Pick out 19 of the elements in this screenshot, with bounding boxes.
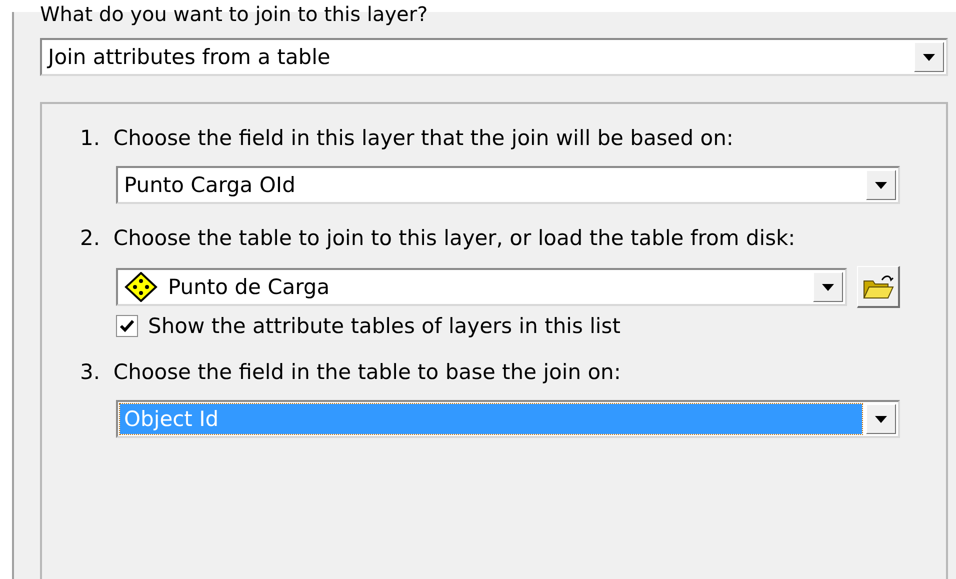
caret-icon — [875, 416, 887, 422]
step-label: 1. Choose the field in this layer that the join will be based on: — [80, 126, 734, 150]
caret-icon — [875, 182, 887, 188]
checkbox[interactable] — [116, 315, 138, 337]
dropdown[interactable]: Punto de Carga — [116, 268, 847, 306]
question-label: What do you want to join to this layer? — [40, 4, 428, 24]
dropdown-value: Punto Carga OId — [124, 173, 296, 197]
dropdown-value: Punto de Carga — [168, 275, 330, 299]
dropdown-value: Object Id — [124, 407, 219, 431]
caret-icon — [822, 284, 834, 290]
step-label: 2. Choose the table to join to this layer, or load the table from disk: — [80, 226, 796, 250]
open-folder-button[interactable] — [856, 266, 900, 308]
dropdown[interactable]: Punto Carga OId — [116, 166, 900, 204]
checkbox-label: Show the attribute tables of layers in this list — [148, 314, 620, 338]
caret-icon — [923, 54, 935, 60]
step-label: 3. Choose the field in the table to base the join on: — [80, 360, 622, 384]
dropdown-value: Join attributes from a table — [48, 45, 330, 69]
folder-icon — [862, 272, 894, 300]
dropdown[interactable]: Join attributes from a table — [40, 38, 948, 76]
